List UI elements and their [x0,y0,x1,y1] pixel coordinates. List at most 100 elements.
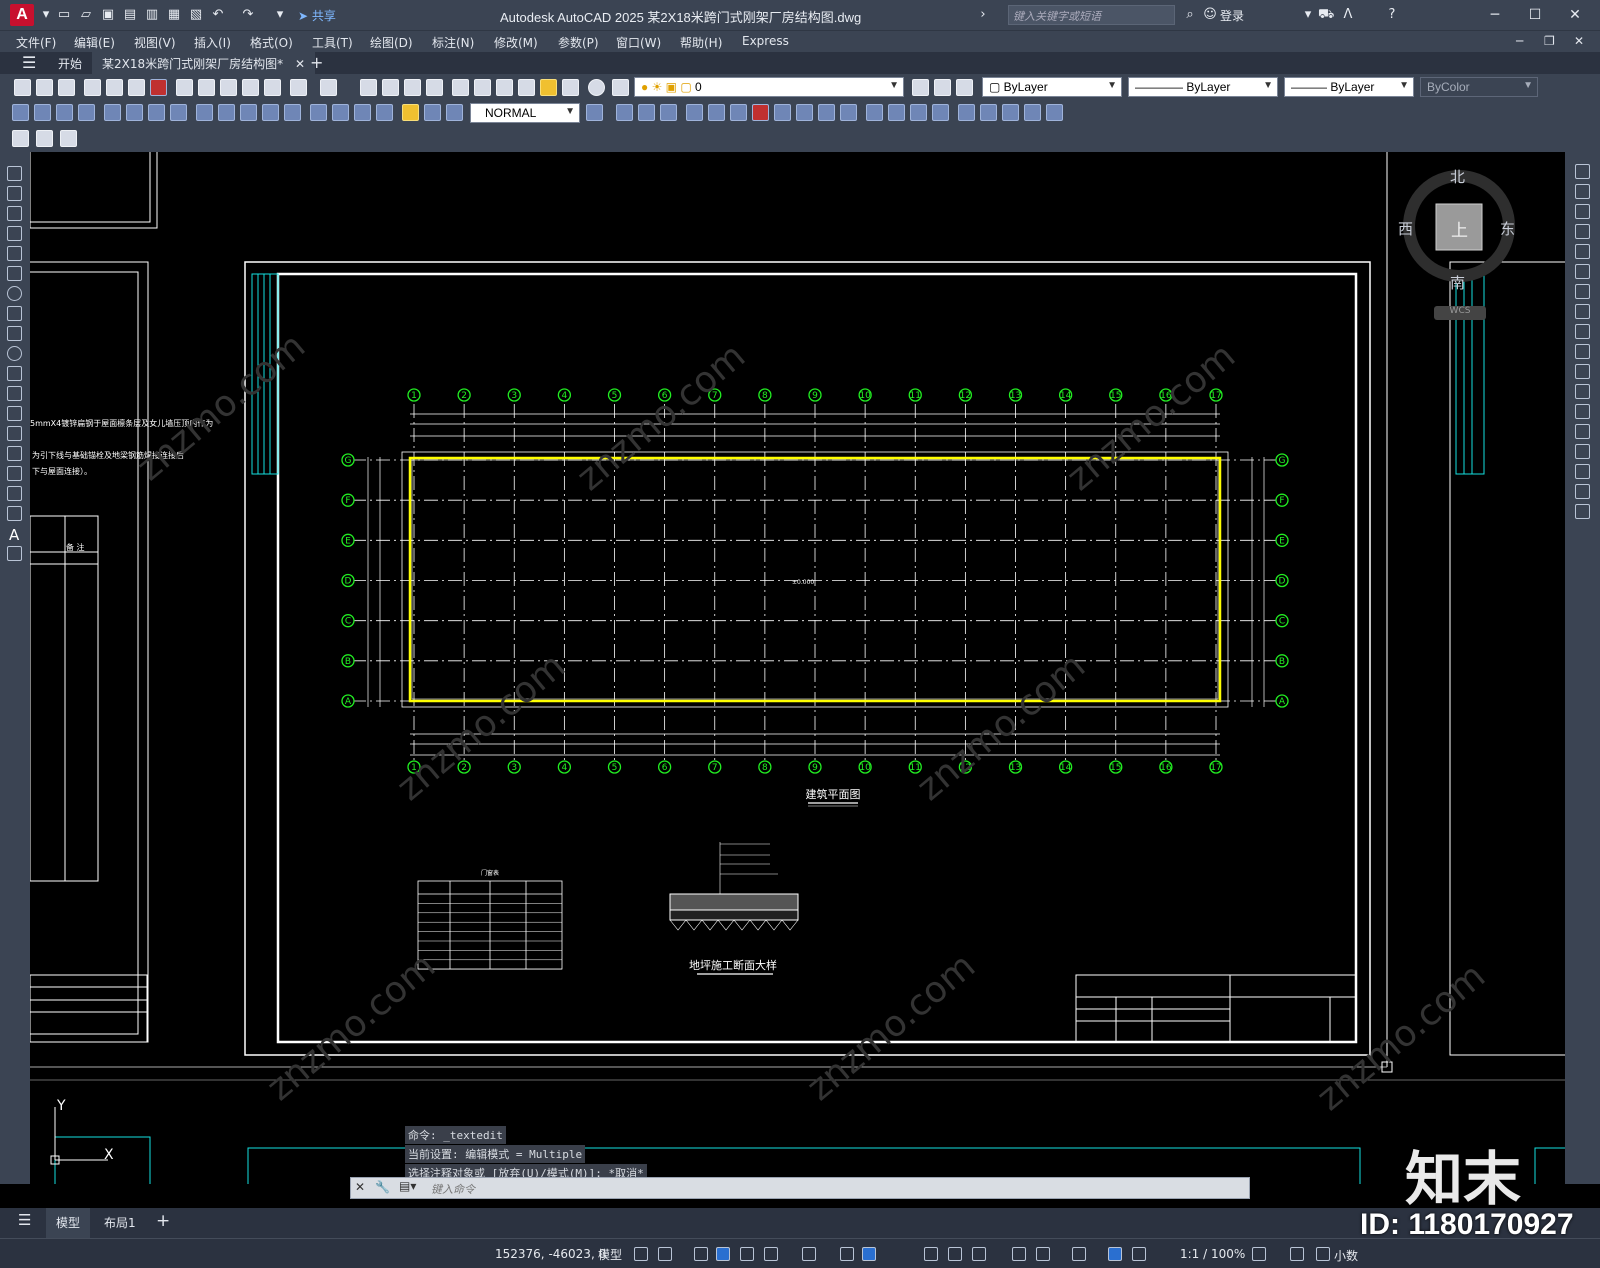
design-center-icon[interactable] [474,79,491,96]
drawing-canvas[interactable]: 1 2 3 4 5 6 7 8 9 10 11 12 13 14 15 16 17 1 2 3 4 5 6 7 8 9 10 11 1… [30,152,1565,1184]
close-window-icon[interactable]: ✕ [1560,5,1590,25]
polyline-icon[interactable] [7,206,22,221]
object-snap-tracking-icon[interactable] [840,1247,854,1261]
line-icon[interactable] [7,166,22,181]
imprint-icon[interactable] [866,104,883,121]
new-file-icon[interactable]: ▭ [56,7,72,22]
annotation-scale[interactable]: 1:1 / 100% [1180,1247,1245,1261]
sheet-set-icon[interactable] [518,79,535,96]
command-input[interactable]: ✕ 🔧 ▤▾ 键入命令 [350,1177,1250,1199]
rotate-faces-icon[interactable] [774,104,791,121]
make-current-layer-icon[interactable] [912,79,929,96]
tab-drawing[interactable]: 某2X18米跨门式刚架厂房结构图* ✕ [92,52,316,74]
cursor-coordinates[interactable]: 152376, -46023, 0 [495,1247,606,1261]
grid-icon[interactable] [634,1247,648,1261]
dynamic-input-icon[interactable] [716,1247,730,1261]
solidedit-icon[interactable] [1024,104,1041,121]
transparency-icon[interactable] [948,1247,962,1261]
open-file-icon[interactable]: ▱ [78,7,94,22]
save-icon[interactable]: ▣ [100,7,116,22]
offset-icon[interactable] [1575,224,1590,239]
ordinate-dim-icon[interactable] [78,104,95,121]
tolerance-icon[interactable] [310,104,327,121]
arc-length-dim-icon[interactable] [56,104,73,121]
multiline-text-icon[interactable]: A [9,526,19,544]
zoom-realtime-icon[interactable] [382,79,399,96]
doc-close-icon[interactable]: ✕ [1574,34,1584,48]
join-icon[interactable] [1575,424,1590,439]
point-icon[interactable] [7,426,22,441]
viewcube-top-face[interactable]: 上 [1451,216,1468,241]
paste-icon[interactable] [220,79,237,96]
jogged-linear-icon[interactable] [376,104,393,121]
publish-icon[interactable] [128,79,145,96]
ellipse-icon[interactable] [7,346,22,361]
menu-express[interactable]: Express [742,34,789,48]
new-tab-button[interactable]: + [300,50,333,72]
insert-block-icon[interactable] [7,386,22,401]
center-mark-icon[interactable] [332,104,349,121]
extrude-faces-icon[interactable] [686,104,703,121]
break-icon[interactable] [1575,404,1590,419]
hatch-icon[interactable] [7,446,22,461]
recent-commands-icon[interactable]: ▤▾ [399,1179,416,1193]
open-web-icon[interactable]: ▥ [144,7,160,22]
qnew-icon[interactable] [14,79,31,96]
stretch-icon[interactable] [1575,324,1590,339]
copy-edges-icon[interactable] [980,104,997,121]
delete-faces-icon[interactable] [752,104,769,121]
extend-icon[interactable] [1575,364,1590,379]
chamfer-icon[interactable] [1575,444,1590,459]
menu-parametric[interactable]: 参数(P) [558,34,599,51]
blend-curves-icon[interactable] [1575,484,1590,499]
customize-chevron-icon[interactable]: ▾ [272,7,288,22]
plotstyle-dropdown[interactable]: ByColor ▼ [1420,77,1538,97]
cart-icon[interactable]: ⛟ [1318,7,1334,22]
infer-constraints-icon[interactable] [694,1247,708,1261]
tab-model[interactable]: 模型 [46,1208,91,1238]
break-at-point-icon[interactable] [1575,384,1590,399]
doc-restore-icon[interactable]: ❐ [1544,34,1555,48]
autocad-logo-icon[interactable]: A [10,4,34,26]
save-tool-icon[interactable] [58,79,75,96]
jogged-dim-icon[interactable] [126,104,143,121]
check-icon[interactable] [958,104,975,121]
dim-update-icon[interactable] [446,104,463,121]
object-snap-icon[interactable] [862,1247,876,1261]
linear-dim-icon[interactable] [12,104,29,121]
snap-icon[interactable] [658,1247,672,1261]
layer-properties-icon[interactable] [612,79,629,96]
menu-tools[interactable]: 工具(T) [312,34,353,51]
help-icon[interactable]: ? [1384,7,1400,22]
selection-cycling-icon[interactable] [972,1247,986,1261]
model-space-button[interactable]: 模型 [598,1246,622,1263]
zoom-window-icon[interactable] [404,79,421,96]
3d-print-icon[interactable] [150,79,167,96]
polygon-icon[interactable] [7,226,22,241]
offset-faces-icon[interactable] [730,104,747,121]
save-web-icon[interactable]: ▦ [166,7,182,22]
markup-icon[interactable] [540,79,557,96]
baseline-dim-icon[interactable] [218,104,235,121]
arc-icon[interactable] [7,266,22,281]
close-command-icon[interactable]: ✕ [355,1180,365,1194]
open-icon[interactable] [36,79,53,96]
bring-to-front-icon[interactable] [12,130,29,147]
circle-icon[interactable] [7,286,22,301]
region-icon[interactable] [7,486,22,501]
inspection-icon[interactable] [354,104,371,121]
spline-icon[interactable] [7,326,22,341]
revision-cloud-icon[interactable] [7,306,22,321]
dimstyle-dropdown[interactable]: NORMAL ▼ [470,103,580,123]
separate-icon[interactable] [910,104,927,121]
zoom-previous-icon[interactable] [426,79,443,96]
text-to-front-icon[interactable] [60,130,77,147]
viewcube[interactable]: 北 南 东 西 上 WCS [1398,168,1552,320]
quick-dim-icon[interactable] [196,104,213,121]
help-tool-icon[interactable] [588,79,605,96]
customize-command-icon[interactable]: 🔧 [375,1180,390,1194]
layout-menu-icon[interactable]: ☰ [18,1211,31,1229]
subtract-icon[interactable] [638,104,655,121]
undo-icon[interactable]: ↶ [210,7,226,22]
add-selected-icon[interactable] [7,546,22,561]
